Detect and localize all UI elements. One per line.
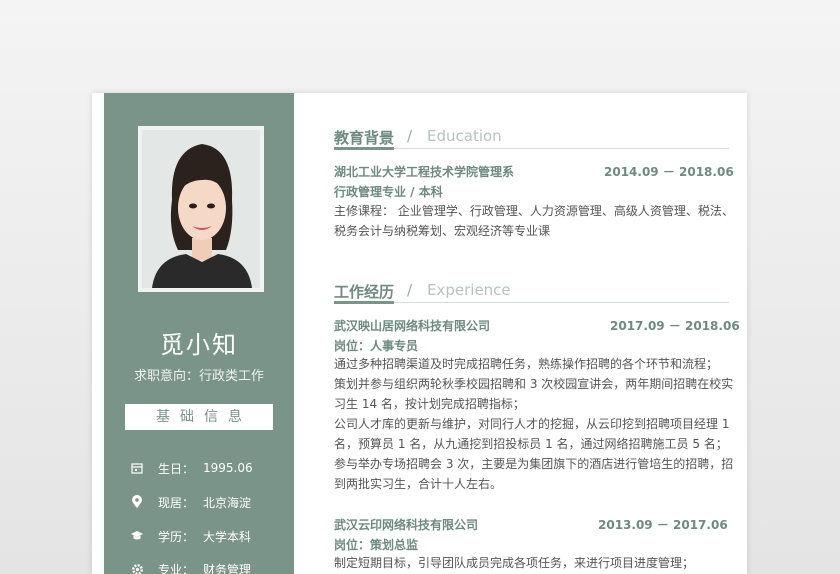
info-value: 北京海淀 xyxy=(203,495,252,510)
info-label: 生日： xyxy=(158,461,195,476)
section-divider: / xyxy=(407,127,413,145)
sidebar: 觅小知 求职意向：行政类工作 基础信息 生日： 1995.06 现居： 北京海淀… xyxy=(104,93,294,574)
company-name: 武汉云印网络科技有限公司 xyxy=(334,518,479,532)
graduation-cap-icon xyxy=(130,529,144,543)
description-line: 通过多种招聘渠道及时完成招聘任务，熟练操作招聘的各个环节和流程； xyxy=(334,357,719,371)
description-line: 名，预算员 1 名，从九通挖到招投标员 1 名，通过网络招聘施工员 5 名； xyxy=(334,437,728,451)
section-underline xyxy=(334,147,394,150)
job-dates: 2013.09 － 2017.06 xyxy=(598,518,728,532)
section-title-cn: 工作经历 xyxy=(334,283,395,301)
gear-icon xyxy=(130,562,144,574)
main-content: 教育背景 / Education 湖北工业大学工程技术学院管理系 2014.09… xyxy=(294,93,747,574)
description-line: 参与举办专场招聘会 3 次，主要是为集团旗下的酒店进行管培生的招聘，招 xyxy=(334,457,734,471)
person-name: 觅小知 xyxy=(160,331,238,359)
location-pin-icon xyxy=(130,495,144,509)
info-row-birthday: 生日： 1995.06 xyxy=(130,459,253,477)
job-position: 岗位：人事专员 xyxy=(334,339,419,353)
info-label: 专业： xyxy=(158,562,195,574)
section-title-en: Experience xyxy=(427,281,511,299)
info-value: 大学本科 xyxy=(203,529,252,544)
major-degree: 行政管理专业 / 本科 xyxy=(334,185,443,199)
education-section-header: 教育背景 / Education xyxy=(334,124,729,150)
section-title-cn: 教育背景 xyxy=(334,129,395,147)
resume-page: 觅小知 求职意向：行政类工作 基础信息 生日： 1995.06 现居： 北京海淀… xyxy=(92,93,747,574)
job-description: 制定短期目标，引导团队成员完成各项任务，来进行项目进度管理； xyxy=(334,553,729,573)
description-line: 公司人才库的更新与维护，对同行人才的挖掘，从云印挖到招聘项目经理 1 xyxy=(334,417,730,431)
description-line: 习生 14 名，按计划完成招聘指标； xyxy=(334,397,525,411)
courses-line: 税务会计与纳税筹划、宏观经济等专业课 xyxy=(334,224,551,238)
info-row-major: 专业： 财务管理 xyxy=(130,560,251,574)
info-row-education: 学历： 大学本科 xyxy=(130,527,251,545)
job-position: 岗位：策划总监 xyxy=(334,538,419,552)
description-line: 策划并参与组织两轮秋季校园招聘和 3 次校园宣讲会，两年期间招聘在校实 xyxy=(334,377,734,391)
info-label: 现居： xyxy=(158,495,195,510)
description-line: 到两批实习生，合计十人左右。 xyxy=(334,477,503,491)
section-title-en: Education xyxy=(427,127,502,145)
info-value: 1995.06 xyxy=(203,461,253,475)
courses-text: 主修课程： 企业管理学、行政管理、人力资源管理、高级人资管理、税法、 税务会计与… xyxy=(334,201,734,241)
info-label: 学历： xyxy=(158,529,195,544)
job-dates: 2017.09 － 2018.06 xyxy=(610,319,740,333)
company-name: 武汉映山居网络科技有限公司 xyxy=(334,319,491,333)
portrait-image xyxy=(142,130,260,288)
education-dates: 2014.09 － 2018.06 xyxy=(604,165,734,179)
courses-line: 主修课程： 企业管理学、行政管理、人力资源管理、高级人资管理、税法、 xyxy=(334,204,734,218)
profile-photo xyxy=(142,130,260,288)
school-name: 湖北工业大学工程技术学院管理系 xyxy=(334,165,515,179)
job-objective: 求职意向：行政类工作 xyxy=(133,369,264,384)
info-value: 财务管理 xyxy=(203,562,252,574)
job-description: 通过多种招聘渠道及时完成招聘任务，熟练操作招聘的各个环节和流程； 策划并参与组织… xyxy=(334,354,734,494)
section-divider: / xyxy=(407,281,413,299)
description-line: 制定短期目标，引导团队成员完成各项任务，来进行项目进度管理； xyxy=(334,556,695,570)
section-underline xyxy=(334,301,394,304)
experience-section-header: 工作经历 / Experience xyxy=(334,278,729,304)
photo-frame xyxy=(138,126,264,292)
info-row-residence: 现居： 北京海淀 xyxy=(130,493,251,511)
calendar-icon xyxy=(130,461,144,475)
basic-info-heading: 基础信息 xyxy=(125,404,273,430)
